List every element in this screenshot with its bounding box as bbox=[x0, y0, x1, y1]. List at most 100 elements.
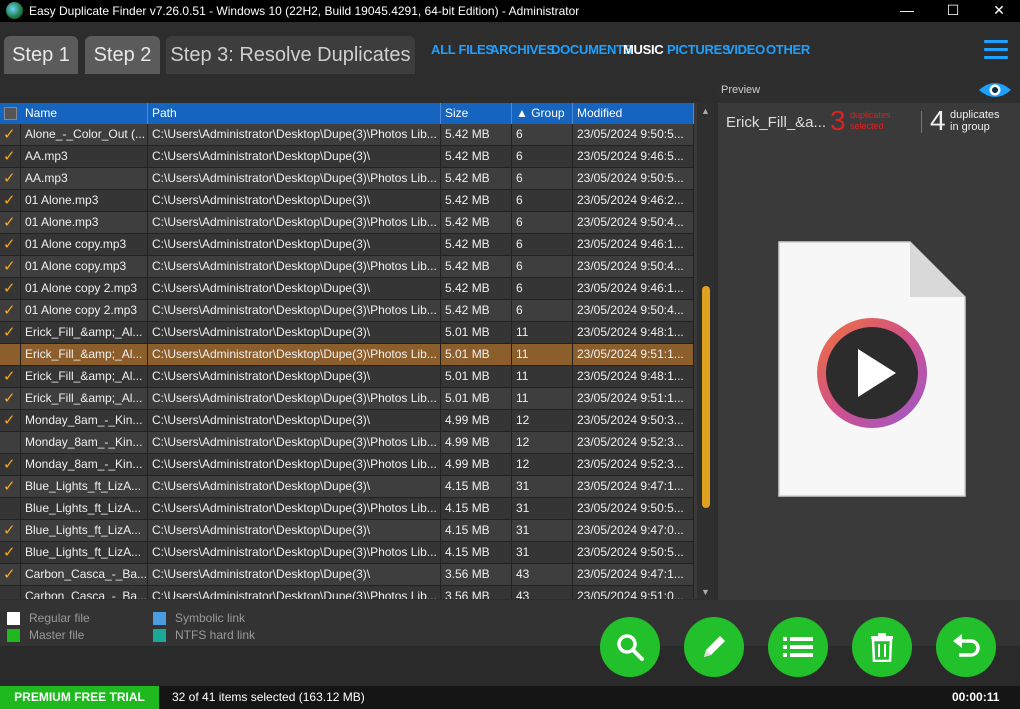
table-row[interactable]: Blue_Lights_ft_LizA... C:\Users\Administr… bbox=[0, 498, 694, 520]
stats-divider bbox=[921, 111, 922, 133]
table-row[interactable]: ✓ Erick_Fill_&amp;_Al... C:\Users\Administ… bbox=[0, 322, 694, 344]
table-row[interactable]: ✓ Blue_Lights_ft_LizA... C:\Users\Administ… bbox=[0, 476, 694, 498]
row-checkbox[interactable]: ✓ bbox=[0, 278, 21, 300]
row-checkbox[interactable]: ✓ bbox=[0, 366, 21, 388]
table-row[interactable]: ✓ Blue_Lights_ft_LizA... C:\Users\Administ… bbox=[0, 520, 694, 542]
premium-trial-badge[interactable]: PREMIUM FREE TRIAL bbox=[0, 686, 159, 709]
list-icon bbox=[783, 637, 813, 657]
row-checkbox[interactable]: ✓ bbox=[0, 146, 21, 168]
list-button[interactable] bbox=[768, 617, 828, 677]
table-row[interactable]: ✓ 01 Alone.mp3 C:\Users\Administrator\Desk… bbox=[0, 190, 694, 212]
cell-size: 3.56 MB bbox=[441, 564, 512, 586]
table-row[interactable]: ✓ Carbon_Casca_-_Ba... C:\Users\Administra… bbox=[0, 564, 694, 586]
preview-pane: Preview Erick_Fill_&a... 3 duplicates se… bbox=[718, 82, 1020, 600]
table-row[interactable]: ✓ AA.mp3 C:\Users\Administrator\Desktop\Du… bbox=[0, 146, 694, 168]
search-button[interactable] bbox=[600, 617, 660, 677]
row-checkbox[interactable]: ✓ bbox=[0, 190, 21, 212]
row-checkbox[interactable]: ✓ bbox=[0, 300, 21, 322]
grid-header: Name Path Size ▲ Group Modified bbox=[0, 103, 694, 124]
close-button[interactable]: ✕ bbox=[976, 0, 1020, 22]
selected-duplicates-label: duplicates selected bbox=[850, 110, 891, 131]
filter-all-files[interactable]: ALL FILES bbox=[431, 42, 494, 57]
cell-modified: 23/05/2024 9:46:1... bbox=[573, 278, 694, 300]
cell-size: 5.42 MB bbox=[441, 234, 512, 256]
row-checkbox[interactable] bbox=[0, 432, 21, 454]
table-row[interactable]: ✓ 01 Alone.mp3 C:\Users\Administrator\Desk… bbox=[0, 212, 694, 234]
cell-size: 4.15 MB bbox=[441, 476, 512, 498]
table-row[interactable]: ✓ Alone_-_Color_Out (... C:\Users\Administ… bbox=[0, 124, 694, 146]
table-row[interactable]: ✓ Erick_Fill_&amp;_Al... C:\Users\Administ… bbox=[0, 388, 694, 410]
cell-group: 11 bbox=[512, 388, 573, 410]
cell-group: 6 bbox=[512, 190, 573, 212]
maximize-button[interactable]: ☐ bbox=[930, 0, 976, 22]
row-checkbox[interactable]: ✓ bbox=[0, 124, 21, 146]
step-1-tab[interactable]: Step 1 bbox=[4, 36, 78, 74]
scroll-thumb[interactable] bbox=[702, 286, 710, 508]
filter-pictures[interactable]: PICTURES bbox=[667, 42, 731, 57]
row-checkbox[interactable] bbox=[0, 498, 21, 520]
step-3-tab[interactable]: Step 3: Resolve Duplicates bbox=[166, 36, 415, 74]
filter-other[interactable]: OTHER bbox=[766, 42, 810, 57]
table-row[interactable]: ✓ Monday_8am_-_Kin... C:\Users\Administrat… bbox=[0, 454, 694, 476]
table-row[interactable]: Monday_8am_-_Kin... C:\Users\Administrato… bbox=[0, 432, 694, 454]
cell-size: 4.99 MB bbox=[441, 454, 512, 476]
table-row[interactable]: Erick_Fill_&amp;_Al... C:\Users\Administr… bbox=[0, 344, 694, 366]
delete-button[interactable] bbox=[852, 617, 912, 677]
column-group-header[interactable]: ▲ Group bbox=[512, 103, 573, 124]
cell-group: 31 bbox=[512, 520, 573, 542]
cell-size: 4.99 MB bbox=[441, 410, 512, 432]
row-checkbox[interactable]: ✓ bbox=[0, 212, 21, 234]
row-checkbox[interactable]: ✓ bbox=[0, 234, 21, 256]
table-row[interactable]: ✓ Erick_Fill_&amp;_Al... C:\Users\Administ… bbox=[0, 366, 694, 388]
row-checkbox[interactable]: ✓ bbox=[0, 476, 21, 498]
hamburger-menu-icon[interactable] bbox=[984, 40, 1008, 60]
row-checkbox[interactable]: ✓ bbox=[0, 322, 21, 344]
row-checkbox[interactable] bbox=[0, 586, 21, 599]
cell-name: 01 Alone.mp3 bbox=[21, 212, 148, 234]
row-checkbox[interactable] bbox=[0, 344, 21, 366]
filter-documents[interactable]: DOCUMENTS bbox=[551, 42, 632, 57]
table-row[interactable]: ✓ AA.mp3 C:\Users\Administrator\Desktop\Du… bbox=[0, 168, 694, 190]
row-checkbox[interactable]: ✓ bbox=[0, 520, 21, 542]
filter-music[interactable]: MUSIC bbox=[623, 42, 664, 57]
eye-icon[interactable] bbox=[977, 80, 1013, 100]
row-checkbox[interactable]: ✓ bbox=[0, 168, 21, 190]
table-row[interactable]: ✓ 01 Alone copy 2.mp3 C:\Users\Administrat… bbox=[0, 300, 694, 322]
step-2-tab[interactable]: Step 2 bbox=[85, 36, 160, 74]
row-checkbox[interactable]: ✓ bbox=[0, 454, 21, 476]
cell-size: 5.42 MB bbox=[441, 256, 512, 278]
edit-button[interactable] bbox=[684, 617, 744, 677]
column-name-header[interactable]: Name bbox=[21, 103, 148, 124]
cell-modified: 23/05/2024 9:51:0... bbox=[573, 586, 694, 599]
table-row[interactable]: ✓ 01 Alone copy.mp3 C:\Users\Administrator… bbox=[0, 234, 694, 256]
cell-group: 31 bbox=[512, 542, 573, 564]
title-bar: Easy Duplicate Finder v7.26.0.51 - Windo… bbox=[0, 0, 1020, 22]
row-checkbox[interactable]: ✓ bbox=[0, 542, 21, 564]
minimize-button[interactable]: — bbox=[884, 0, 930, 22]
row-checkbox[interactable]: ✓ bbox=[0, 410, 21, 432]
table-row[interactable]: ✓ 01 Alone copy.mp3 C:\Users\Administrator… bbox=[0, 256, 694, 278]
row-checkbox[interactable]: ✓ bbox=[0, 388, 21, 410]
table-row[interactable]: ✓ Monday_8am_-_Kin... C:\Users\Administrat… bbox=[0, 410, 694, 432]
scroll-down-icon[interactable]: ▼ bbox=[701, 587, 710, 597]
grid-scrollbar[interactable]: ▲ ▼ bbox=[697, 103, 714, 599]
cell-modified: 23/05/2024 9:50:5... bbox=[573, 498, 694, 520]
row-checkbox[interactable]: ✓ bbox=[0, 564, 21, 586]
cell-path: C:\Users\Administrator\Desktop\Dupe(3)\ bbox=[148, 564, 441, 586]
column-path-header[interactable]: Path bbox=[148, 103, 441, 124]
table-row[interactable]: ✓ 01 Alone copy 2.mp3 C:\Users\Administrat… bbox=[0, 278, 694, 300]
undo-button[interactable] bbox=[936, 617, 996, 677]
row-checkbox[interactable]: ✓ bbox=[0, 256, 21, 278]
cell-modified: 23/05/2024 9:50:4... bbox=[573, 256, 694, 278]
scroll-up-icon[interactable]: ▲ bbox=[701, 106, 710, 116]
column-size-header[interactable]: Size bbox=[441, 103, 512, 124]
select-all-checkbox[interactable] bbox=[4, 107, 17, 120]
column-modified-header[interactable]: Modified bbox=[573, 103, 694, 124]
cell-size: 5.01 MB bbox=[441, 344, 512, 366]
filter-archives[interactable]: ARCHIVES bbox=[490, 42, 555, 57]
filter-video[interactable]: VIDEO bbox=[726, 42, 765, 57]
table-row[interactable]: Carbon_Casca_-_Ba... C:\Users\Administrat… bbox=[0, 586, 694, 599]
app-window: Easy Duplicate Finder v7.26.0.51 - Windo… bbox=[0, 0, 1020, 709]
table-row[interactable]: ✓ Blue_Lights_ft_LizA... C:\Users\Administ… bbox=[0, 542, 694, 564]
legend-master-swatch bbox=[7, 629, 20, 642]
